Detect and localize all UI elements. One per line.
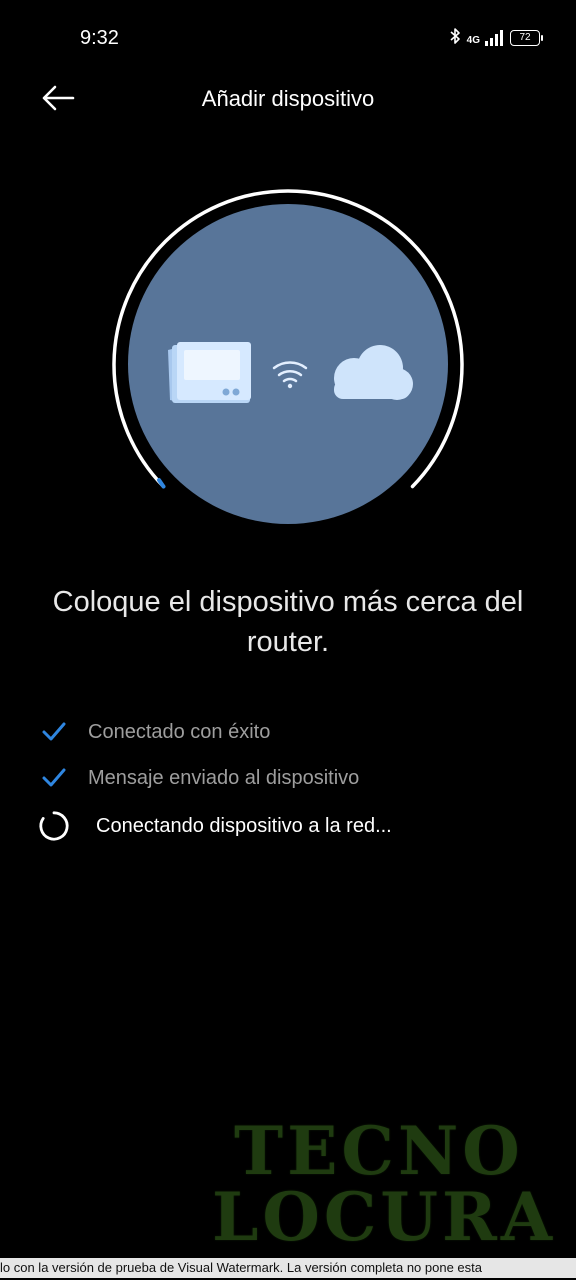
- step-label: Mensaje enviado al dispositivo: [88, 766, 360, 789]
- page-title: Añadir dispositivo: [201, 86, 375, 111]
- step-label: Conectado con éxito: [88, 720, 271, 743]
- step-connected: Conectado con éxito: [38, 712, 270, 752]
- watermark-banner: lo con la versión de prueba de Visual Wa…: [0, 1258, 576, 1278]
- watermark-logo-line1: TECNO: [234, 1112, 524, 1190]
- connection-illustration: [112, 188, 464, 540]
- status-icons: 4G 72: [449, 26, 543, 50]
- network-type: 4G: [466, 35, 480, 46]
- signal-icon: 4G: [467, 30, 504, 46]
- status-bar: 9:32 4G 72: [0, 0, 576, 76]
- device-icon: [168, 342, 251, 403]
- watermark-logo-line2: LOCURA: [212, 1178, 557, 1256]
- check-icon: [38, 716, 70, 748]
- battery-icon: 72: [510, 30, 543, 46]
- spinner-icon: [38, 810, 70, 842]
- step-label: Conectando dispositivo a la red...: [96, 814, 392, 837]
- step-connecting: Conectando dispositivo a la red...: [38, 806, 392, 846]
- instruction-message: Coloque el dispositivo más cerca del rou…: [52, 586, 524, 658]
- check-icon: [38, 762, 70, 794]
- progress-accent: [157, 478, 166, 489]
- app-header: Añadir dispositivo: [0, 76, 576, 124]
- step-message-sent: Mensaje enviado al dispositivo: [38, 758, 359, 798]
- watermark-logo: TECNO LOCURA: [212, 1118, 576, 1250]
- status-time: 9:32: [80, 27, 119, 49]
- battery-level: 72: [519, 32, 531, 43]
- bluetooth-icon: [449, 27, 461, 50]
